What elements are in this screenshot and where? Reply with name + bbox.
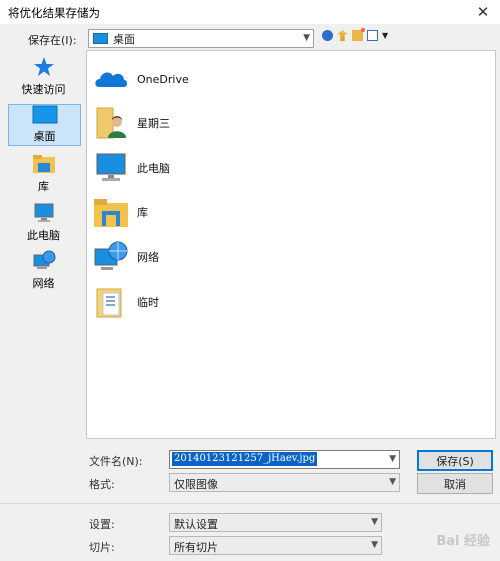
save-button[interactable]: 保存(S) — [417, 450, 493, 471]
place-label: 库 — [38, 180, 49, 193]
place-quick-access[interactable]: 快速访问 — [8, 56, 79, 96]
dialog-title: 将优化结果存储为 — [8, 6, 100, 20]
format-dropdown[interactable]: 仅限图像 ▼ — [169, 473, 400, 492]
divider — [0, 503, 500, 504]
list-item-library[interactable]: 库 — [93, 192, 148, 232]
place-label: 网络 — [32, 277, 55, 290]
folder-icon — [96, 288, 122, 318]
star-icon — [33, 57, 54, 76]
chevron-down-icon[interactable]: ▼ — [382, 31, 388, 40]
place-desktop[interactable]: 桌面 — [8, 104, 81, 146]
close-button[interactable]: ✕ — [470, 0, 496, 24]
chevron-down-icon: ▼ — [371, 517, 378, 527]
desktop-icon — [93, 33, 108, 44]
file-label: 库 — [137, 206, 148, 219]
slices-value: 所有切片 — [174, 541, 218, 554]
filename-label: 文件名(N): — [89, 455, 143, 468]
save-dialog: 将优化结果存储为 ✕ 保存在(I): 桌面 ▼ ▼ 快速访问 桌面 库 此电脑 … — [0, 0, 500, 561]
list-item-user-folder[interactable]: 星期三 — [93, 103, 170, 143]
user-folder-icon — [96, 107, 126, 139]
places-bar: 快速访问 桌面 库 此电脑 网络 — [6, 50, 83, 437]
place-label: 快速访问 — [21, 83, 66, 96]
chevron-down-icon: ▼ — [389, 477, 396, 487]
settings-label: 设置: — [89, 518, 115, 531]
file-label: 网络 — [137, 251, 159, 264]
file-label: 此电脑 — [137, 162, 170, 175]
format-value: 仅限图像 — [174, 478, 218, 491]
list-item-onedrive[interactable]: OneDrive — [93, 59, 189, 99]
chevron-down-icon[interactable]: ▼ — [389, 451, 396, 468]
settings-dropdown[interactable]: 默认设置 ▼ — [169, 513, 382, 532]
settings-value: 默认设置 — [174, 518, 218, 531]
new-folder-icon[interactable] — [352, 28, 365, 41]
place-network[interactable]: 网络 — [8, 250, 79, 290]
slices-label: 切片: — [89, 541, 115, 554]
title-bar: 将优化结果存储为 ✕ — [0, 0, 500, 24]
cancel-button[interactable]: 取消 — [417, 473, 493, 494]
file-label: 星期三 — [137, 117, 170, 130]
file-label: OneDrive — [137, 72, 189, 86]
location-value: 桌面 — [113, 32, 135, 46]
filename-input[interactable]: 20140123121257_jHaev.jpg ▼ — [169, 450, 400, 469]
library-icon — [32, 155, 55, 173]
computer-icon — [96, 153, 126, 181]
save-in-label: 保存在(I): — [28, 34, 77, 47]
computer-icon — [34, 203, 53, 222]
network-icon — [33, 250, 55, 269]
format-label: 格式: — [89, 478, 115, 491]
network-icon — [94, 241, 128, 270]
file-label: 临时 — [137, 296, 159, 309]
back-icon[interactable] — [322, 30, 333, 41]
place-label: 桌面 — [33, 130, 56, 143]
navigation-toolbar: ▼ — [322, 28, 388, 41]
file-list[interactable]: OneDrive 星期三 此电脑 库 网络 临时 — [86, 50, 496, 439]
chevron-down-icon: ▼ — [303, 33, 310, 43]
desktop-icon — [32, 105, 57, 124]
place-this-pc[interactable]: 此电脑 — [8, 202, 79, 242]
list-item-temp[interactable]: 临时 — [93, 282, 159, 322]
onedrive-icon — [95, 72, 127, 87]
slices-dropdown[interactable]: 所有切片 ▼ — [169, 536, 382, 555]
save-in-dropdown[interactable]: 桌面 ▼ — [88, 29, 314, 48]
chevron-down-icon: ▼ — [371, 540, 378, 550]
list-item-network[interactable]: 网络 — [93, 237, 159, 277]
list-item-this-pc[interactable]: 此电脑 — [93, 148, 170, 188]
place-library[interactable]: 库 — [8, 153, 79, 193]
up-folder-icon[interactable] — [337, 30, 348, 41]
watermark: Bai 经验 — [436, 534, 490, 549]
filename-value: 20140123121257_jHaev.jpg — [172, 452, 318, 466]
place-label: 此电脑 — [27, 229, 60, 242]
view-menu-icon[interactable] — [367, 30, 378, 41]
library-icon — [94, 199, 128, 227]
